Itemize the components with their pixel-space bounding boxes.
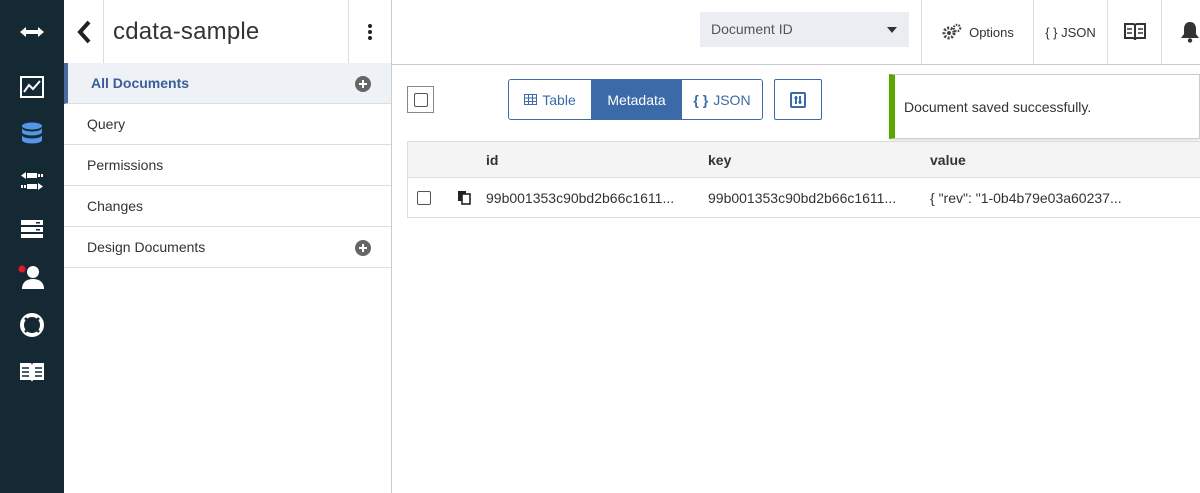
table-row[interactable]: 99b001353c90bd2b66c1611... 99b001353c90b… [408,178,1200,218]
json-header-label: { } JSON [1045,24,1096,40]
back-button[interactable] [64,0,104,64]
gears-icon [942,23,962,40]
sidebar-item-label: Permissions [87,157,164,173]
metadata-view-button[interactable]: Metadata [591,80,681,119]
expand-nav-icon[interactable] [0,12,64,52]
notifications-button[interactable] [1161,0,1200,64]
document-id-select[interactable]: Document ID [700,12,909,47]
metadata-view-label: Metadata [607,91,666,108]
table-fields-button[interactable] [774,79,822,120]
sidebar-item-query[interactable]: Query [64,104,391,145]
sidebar-item-label: All Documents [91,75,190,91]
server-setup-icon[interactable] [0,209,64,249]
docs-button[interactable] [1107,0,1161,64]
json-view-label: JSON [713,91,751,108]
table-header: id key value [408,142,1200,178]
documents-table: id key value 99b001353c90bd2b66c1611... … [407,141,1200,218]
database-menu-button[interactable] [348,0,391,64]
success-toast: Document saved successfully. [889,74,1200,139]
sidebar-item-label: Query [87,116,126,132]
caret-down-icon [887,27,897,33]
databases-icon[interactable] [0,114,64,154]
cell-value: { "rev": "1-0b4b79e03a60237... [930,190,1122,206]
kebab-menu-icon [368,24,372,40]
sidebar-item-design-documents[interactable]: Design Documents [64,227,391,268]
sidebar-item-label: Design Documents [87,239,206,255]
sidebar-item-permissions[interactable]: Permissions [64,145,391,186]
copy-document-icon[interactable] [457,190,471,210]
chevron-left-icon [76,20,90,44]
options-label: Options [969,24,1014,40]
database-name: cdata-sample [113,18,260,45]
user-account-icon[interactable] [0,257,64,297]
top-header: Document ID Options { } JSON [392,0,1200,65]
cell-key: 99b001353c90bd2b66c1611... [708,190,897,206]
column-header-value[interactable]: value [930,152,966,168]
replication-icon[interactable] [0,161,64,201]
column-header-key[interactable]: key [708,152,731,168]
select-all-checkbox[interactable] [414,93,428,107]
json-view-button[interactable]: { } JSON [681,80,762,119]
select-all-box[interactable] [407,86,434,113]
column-header-id[interactable]: id [486,152,498,168]
add-document-plus-icon[interactable] [355,76,371,92]
view-toggle-group: Table Metadata { } JSON [508,79,763,120]
cell-id: 99b001353c90bd2b66c1611... [486,190,675,206]
table-icon [524,94,538,105]
activity-chart-icon[interactable] [0,67,64,107]
braces-icon: { } [693,91,709,108]
app: cdata-sample All Documents Query Permiss… [0,0,1200,493]
toast-message: Document saved successfully. [904,99,1092,115]
sidebar-item-changes[interactable]: Changes [64,186,391,227]
row-checkbox[interactable] [417,191,431,205]
options-button[interactable]: Options [921,0,1033,64]
json-header-button[interactable]: { } JSON [1033,0,1107,64]
columns-settings-icon [790,91,806,108]
add-design-doc-plus-icon[interactable] [355,240,371,256]
documentation-book-icon[interactable] [0,352,64,392]
sidebar-item-all-documents[interactable]: All Documents [64,63,391,104]
help-lifebuoy-icon[interactable] [0,305,64,345]
database-sidebar: cdata-sample All Documents Query Permiss… [64,0,392,493]
table-view-label: Table [542,91,576,108]
main-nav-rail [0,0,64,493]
table-view-button[interactable]: Table [509,80,591,119]
document-id-select-value: Document ID [711,21,793,37]
sidebar-header: cdata-sample [64,0,391,65]
bell-icon [1181,22,1199,43]
sidebar-item-label: Changes [87,198,144,214]
book-icon [1123,23,1146,41]
